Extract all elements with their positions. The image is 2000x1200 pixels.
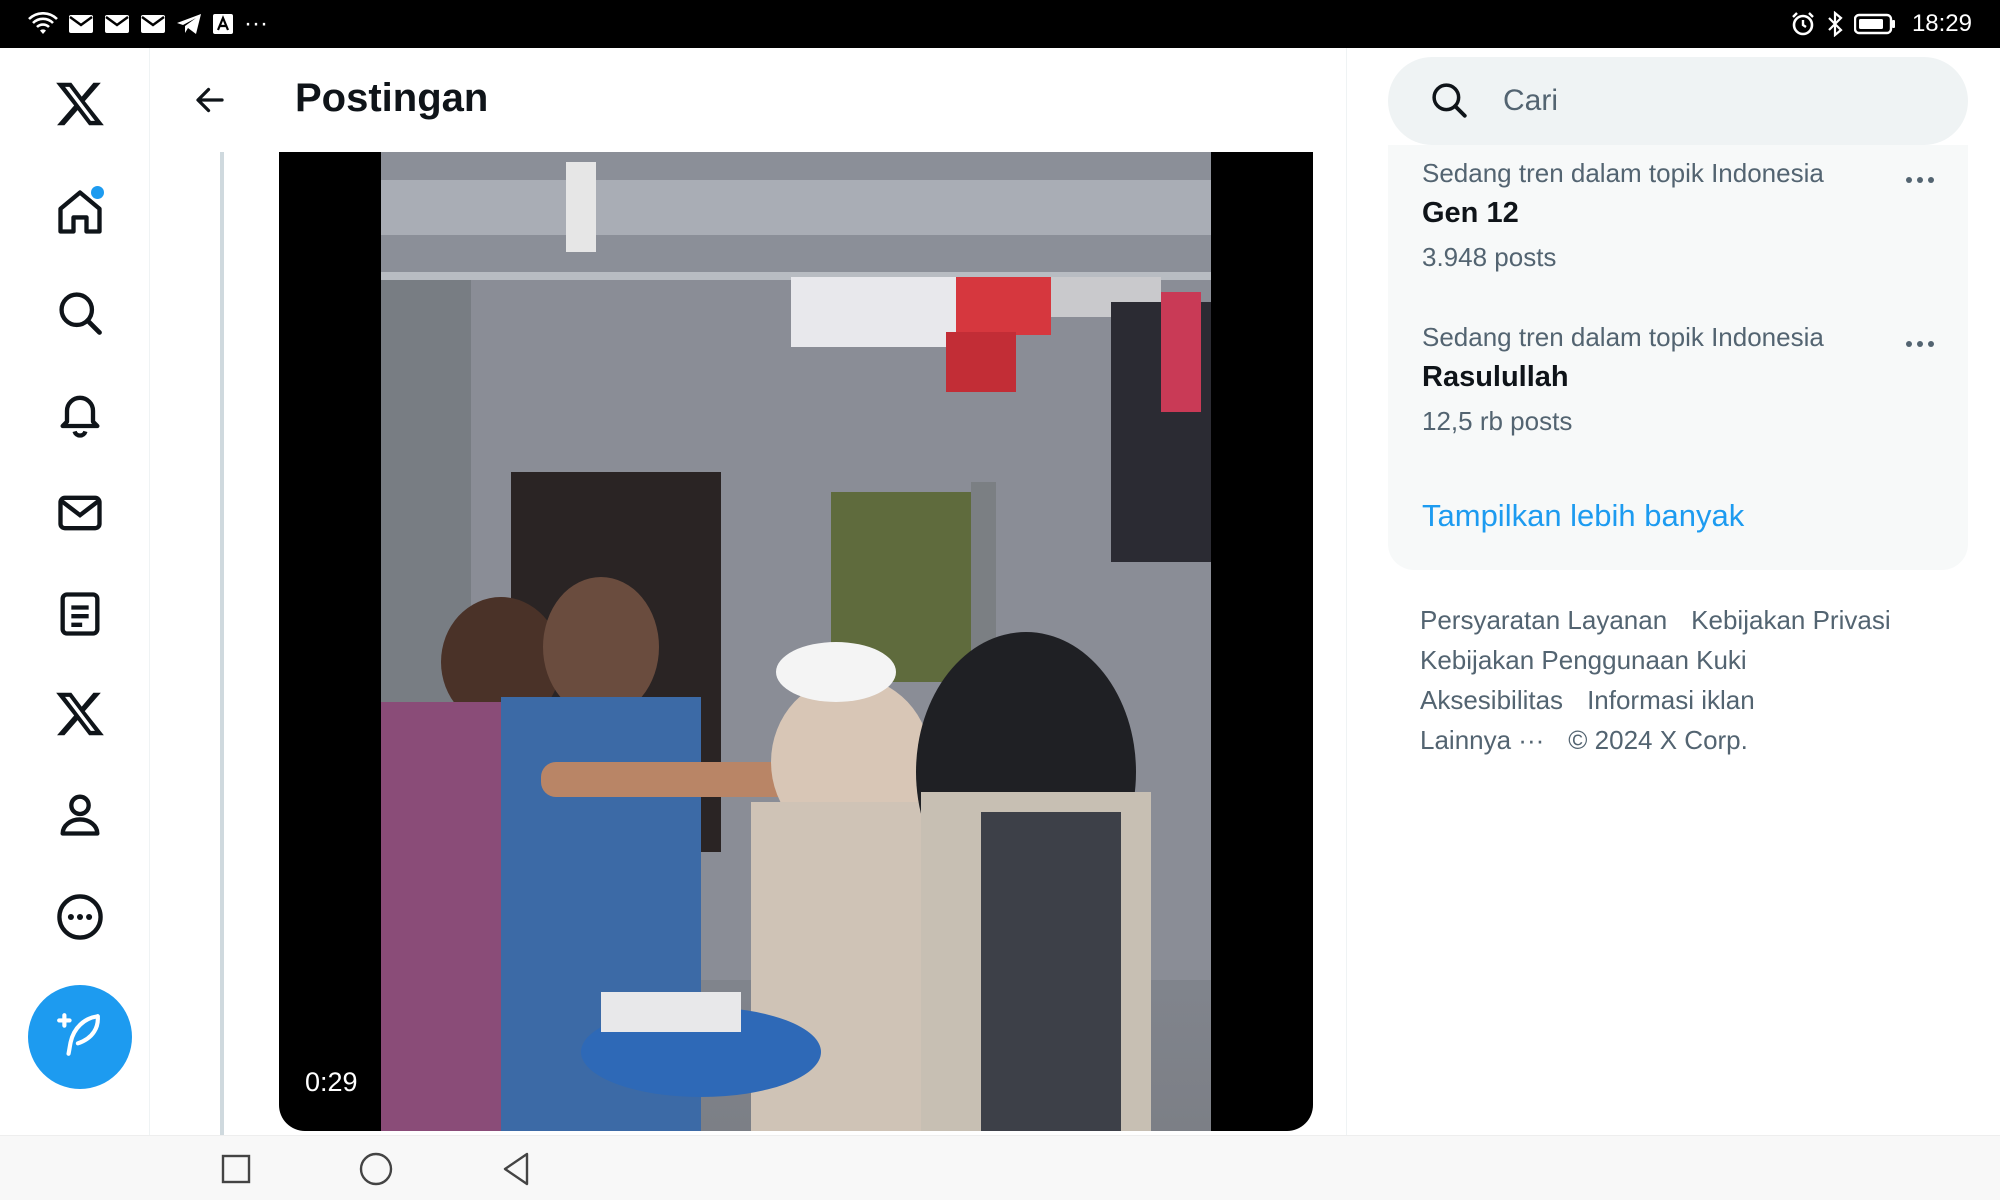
circle-icon <box>359 1152 393 1186</box>
search-icon <box>1432 83 1467 118</box>
compose-post-button[interactable] <box>28 985 132 1089</box>
accessibility-link[interactable]: Aksesibilitas <box>1420 680 1563 720</box>
battery-icon <box>1853 11 1896 37</box>
status-bar-left: ··· <box>28 10 268 37</box>
more-dots-icon: ··· <box>244 10 268 37</box>
trend-post-count: 12,5 rb posts <box>1422 406 1573 436</box>
left-navigation <box>0 48 150 1135</box>
video-player[interactable]: 0:29 <box>279 152 1313 1131</box>
home-system-button[interactable] <box>351 1146 401 1192</box>
system-navigation-bar <box>0 1135 2000 1200</box>
video-scene-image <box>381 152 1211 1131</box>
search-input[interactable] <box>1503 77 1933 125</box>
gmail-icon <box>104 11 130 37</box>
more-icon[interactable] <box>40 877 120 957</box>
explore-icon[interactable] <box>40 273 120 353</box>
recents-button[interactable] <box>211 1146 261 1192</box>
show-more-link[interactable]: Tampilkan lebih banyak <box>1422 498 1744 534</box>
profile-icon[interactable] <box>40 774 120 854</box>
status-bar-right: 18:29 <box>1790 10 1972 38</box>
trend-name: Rasulullah <box>1422 361 1569 393</box>
gmail-icon <box>68 11 94 37</box>
privacy-link[interactable]: Kebijakan Privasi <box>1691 600 1890 640</box>
bluetooth-icon <box>1826 11 1844 37</box>
trend-category: Sedang tren dalam topik Indonesia <box>1422 158 1824 188</box>
back-button[interactable] <box>180 70 240 130</box>
trend-name: Gen 12 <box>1422 197 1519 229</box>
unread-dot <box>91 186 104 199</box>
main-column: 0:29 Postingan <box>150 48 1347 1135</box>
home-icon[interactable] <box>40 172 120 252</box>
clock-time: 18:29 <box>1911 10 1972 37</box>
wifi-icon <box>28 11 58 37</box>
trend-item[interactable]: Sedang tren dalam topik Indonesia Gen 12… <box>1422 157 1942 307</box>
more-horizontal-icon <box>1906 177 1934 183</box>
video-thumbnail <box>381 152 1211 1131</box>
trend-more-button[interactable] <box>1898 165 1942 195</box>
triangle-back-icon <box>503 1152 529 1186</box>
compose-post-icon <box>55 1010 105 1065</box>
trend-post-count: 3.948 posts <box>1422 242 1557 272</box>
x-logo-icon[interactable] <box>40 64 120 144</box>
video-duration: 0:29 <box>305 1067 358 1097</box>
premium-x-icon[interactable] <box>40 674 120 754</box>
terms-link[interactable]: Persyaratan Layanan <box>1420 600 1667 640</box>
system-status-bar: ··· 18:29 <box>0 0 2000 48</box>
gmail-icon <box>140 11 166 37</box>
messages-icon[interactable] <box>40 473 120 553</box>
trend-category: Sedang tren dalam topik Indonesia <box>1422 322 1824 352</box>
trend-more-button[interactable] <box>1898 329 1942 359</box>
arrow-left-icon <box>196 87 224 113</box>
telegram-icon <box>176 11 202 37</box>
copyright-text: © 2024 X Corp. <box>1568 725 1748 755</box>
cookie-policy-link[interactable]: Kebijakan Penggunaan Kuki <box>1420 640 1747 680</box>
ads-info-link[interactable]: Informasi iklan <box>1587 680 1755 720</box>
back-system-button[interactable] <box>491 1146 541 1192</box>
alarm-icon <box>1790 11 1816 37</box>
thread-connector-line <box>220 152 224 1135</box>
footer-links: Persyaratan Layanan Kebijakan Privasi Ke… <box>1420 600 1980 760</box>
square-icon <box>221 1154 251 1184</box>
more-footer-link[interactable]: Lainnya ··· <box>1420 720 1544 760</box>
trends-panel: Sedang tren dalam topik Indonesia Gen 12… <box>1388 145 1968 570</box>
lists-icon[interactable] <box>40 574 120 654</box>
notifications-icon[interactable] <box>40 373 120 453</box>
search-bar[interactable] <box>1388 57 1968 145</box>
trend-item[interactable]: Sedang tren dalam topik Indonesia Rasulu… <box>1422 321 1942 471</box>
more-horizontal-icon <box>1906 341 1934 347</box>
page-header: Postingan <box>150 48 1346 152</box>
app-a-icon <box>212 11 234 37</box>
page-title: Postingan <box>295 76 489 120</box>
